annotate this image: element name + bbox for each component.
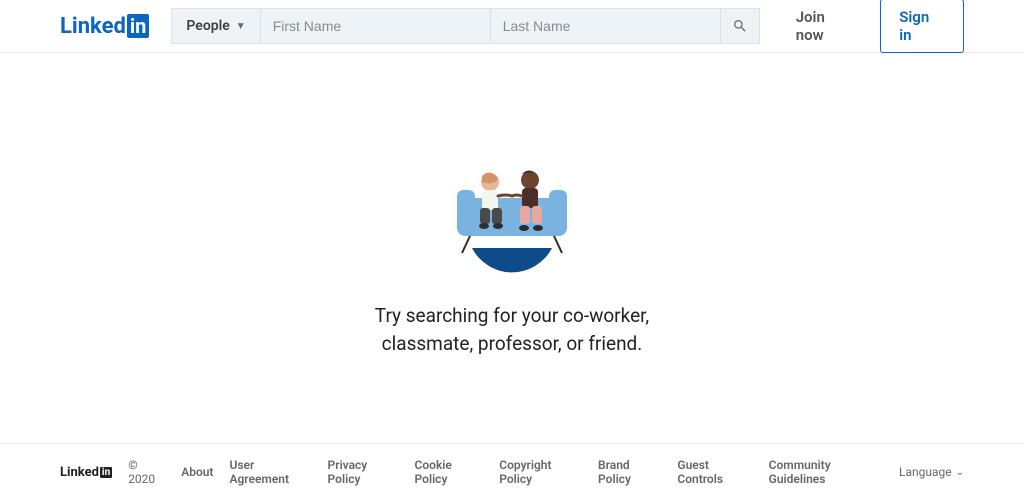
prompt-line-1: Try searching for your co-worker,: [375, 302, 649, 331]
language-selector[interactable]: Language ⌄: [899, 465, 964, 479]
search-button[interactable]: [720, 8, 760, 44]
footer-logo: Linkedin: [60, 465, 112, 480]
first-name-input[interactable]: [260, 8, 490, 44]
linkedin-logo[interactable]: Linkedin: [60, 14, 149, 39]
footer: Linkedin © 2020 About User Agreement Pri…: [0, 443, 1024, 500]
empty-state-prompt: Try searching for your co-worker, classm…: [375, 302, 649, 359]
footer-link-brand-policy[interactable]: Brand Policy: [598, 458, 661, 486]
join-now-link[interactable]: Join now: [784, 0, 869, 52]
search-icon: [732, 18, 748, 34]
footer-link-cookie-policy[interactable]: Cookie Policy: [415, 458, 484, 486]
footer-link-privacy-policy[interactable]: Privacy Policy: [328, 458, 399, 486]
last-name-input[interactable]: [490, 8, 720, 44]
chevron-down-icon: ⌄: [956, 467, 964, 478]
copyright-text: © 2020: [128, 458, 165, 486]
search-type-label: People: [186, 18, 229, 34]
empty-state-illustration: [422, 148, 602, 278]
logo-box: in: [127, 14, 150, 38]
header: Linkedin People ▼ Join now Sign in: [0, 0, 1024, 53]
sign-in-button[interactable]: Sign in: [880, 0, 964, 53]
footer-logo-text: Linked: [60, 465, 99, 480]
footer-link-about[interactable]: About: [181, 465, 213, 479]
footer-link-user-agreement[interactable]: User Agreement: [229, 458, 311, 486]
main-content: Try searching for your co-worker, classm…: [0, 53, 1024, 453]
language-label: Language: [899, 465, 952, 479]
chevron-down-icon: ▼: [236, 21, 246, 32]
footer-link-copyright-policy[interactable]: Copyright Policy: [499, 458, 582, 486]
footer-link-guest-controls[interactable]: Guest Controls: [677, 458, 752, 486]
search-type-dropdown[interactable]: People ▼: [171, 8, 259, 44]
prompt-line-2: classmate, professor, or friend.: [375, 330, 649, 359]
logo-text: Linked: [60, 14, 126, 39]
footer-link-community-guidelines[interactable]: Community Guidelines: [769, 458, 883, 486]
search-bar: People ▼: [171, 8, 759, 44]
footer-logo-box: in: [100, 467, 112, 478]
